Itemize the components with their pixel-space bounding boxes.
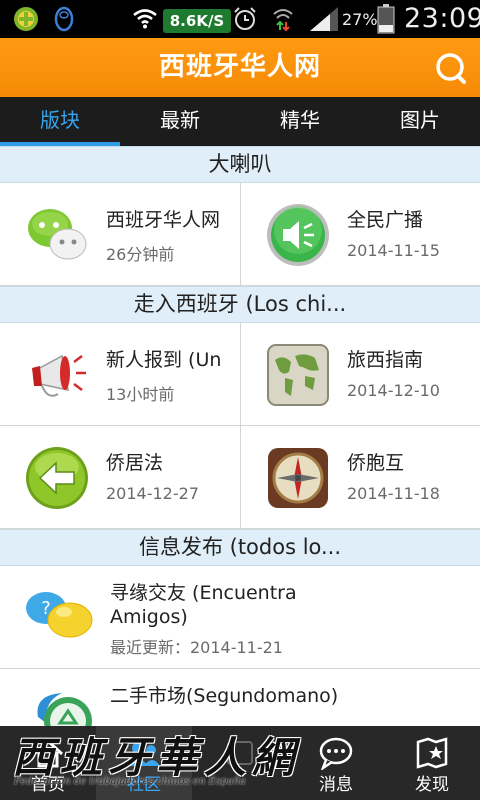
board-name: 新人报到 (Un xyxy=(106,349,222,371)
board-cell[interactable]: 侨居法 2014-12-27 xyxy=(0,426,240,528)
app-title: 西班牙华人网 xyxy=(158,52,321,82)
section-header: 信息发布 (todos lo... xyxy=(0,529,480,566)
chat-bubble-icon xyxy=(319,737,353,770)
tab-bar: 版块 最新 精华 图片 xyxy=(0,97,480,146)
board-cell[interactable]: 侨胞互 2014-11-18 xyxy=(240,426,480,528)
board-row: 西班牙华人网 26分钟前 全民广播 2014-11-15 xyxy=(0,183,480,286)
board-updated: 2014-11-18 xyxy=(347,484,440,503)
board-name: 侨胞互 xyxy=(347,452,405,474)
recycle-icon xyxy=(37,693,92,726)
tab-boards[interactable]: 版块 xyxy=(0,97,120,146)
green-back-arrow-icon xyxy=(26,447,88,509)
home-icon xyxy=(32,738,64,768)
nav-community[interactable]: 社区 xyxy=(96,726,192,800)
search-icon xyxy=(436,53,466,84)
board-name: 西班牙华人网 xyxy=(106,209,221,231)
megaphone-icon xyxy=(32,354,86,397)
nav-label: 消息 xyxy=(319,775,353,795)
board-updated: 2014-12-10 xyxy=(347,381,440,400)
board-list[interactable]: 大喇叭 西班牙华人网 26分钟前 全民广播 2014-11-15 走入西班牙 (… xyxy=(0,146,480,726)
board-updated: 13小时前 xyxy=(106,385,175,404)
alarm-clock-icon xyxy=(234,7,256,30)
battery-icon xyxy=(377,4,395,34)
nav-label: 首页 xyxy=(31,775,65,795)
wifi-icon xyxy=(133,9,157,29)
speaker-icon xyxy=(267,204,329,266)
section-header: 大喇叭 xyxy=(0,146,480,183)
map-flag-icon xyxy=(416,737,448,769)
signal-icon xyxy=(310,7,338,31)
compass-icon xyxy=(268,448,328,508)
board-row: 新人报到 (Un 13小时前 旅西指南 2014-12-10 xyxy=(0,323,480,426)
board-cell[interactable]: 全民广播 2014-11-15 xyxy=(240,183,480,285)
board-cell[interactable]: 西班牙华人网 26分钟前 xyxy=(0,183,240,285)
search-button[interactable] xyxy=(431,50,471,86)
board-updated: 26分钟前 xyxy=(106,245,175,264)
qq-penguin-icon xyxy=(54,6,74,32)
app-header: 西班牙华人网 xyxy=(0,38,480,97)
board-updated: 2014-12-27 xyxy=(106,484,199,503)
board-cell[interactable]: 旅西指南 2014-12-10 xyxy=(240,323,480,425)
board-cell[interactable]: 新人报到 (Un 13小时前 xyxy=(0,323,240,425)
hello-chat-bubbles-icon: ? xyxy=(26,592,93,638)
section-header: 走入西班牙 (Los chi... xyxy=(0,286,480,323)
network-speed: 8.6K/S xyxy=(163,9,231,33)
blank-icon xyxy=(227,741,253,765)
tab-featured[interactable]: 精华 xyxy=(240,97,360,146)
battery-percentage: 27% xyxy=(342,10,378,29)
nav-messages[interactable]: 消息 xyxy=(288,726,384,800)
tab-latest[interactable]: 最新 xyxy=(120,97,240,146)
nav-label: 发现 xyxy=(415,775,449,795)
board-name: 侨居法 xyxy=(106,452,164,474)
clock-time: 23:09 xyxy=(404,3,480,34)
nav-blank[interactable] xyxy=(192,726,288,800)
list-item[interactable]: ? 寻缘交友 (Encuentra Amigos) 最近更新：2014-11-2… xyxy=(0,566,480,669)
nav-discover[interactable]: 发现 xyxy=(384,726,480,800)
app-notification-icon xyxy=(14,7,38,31)
world-map-icon xyxy=(267,344,329,406)
board-name: 旅西指南 xyxy=(347,349,424,371)
board-updated: 最近更新：2014-11-21 xyxy=(110,638,283,657)
tab-pictures[interactable]: 图片 xyxy=(360,97,480,146)
board-name: 全民广播 xyxy=(347,209,424,231)
list-item[interactable]: 二手市场(Segundomano) xyxy=(0,669,480,726)
board-name: 二手市场(Segundomano) xyxy=(110,685,339,707)
nav-home[interactable]: 首页 xyxy=(0,726,96,800)
board-row: 侨居法 2014-12-27 侨胞互 2014-11-18 xyxy=(0,426,480,529)
wechat-bubbles-icon xyxy=(28,209,87,260)
data-transfer-icon xyxy=(273,9,293,32)
board-name: 寻缘交友 (Encuentra Amigos) xyxy=(110,582,297,628)
board-updated: 2014-11-15 xyxy=(347,241,440,260)
community-icon xyxy=(128,742,160,766)
nav-label: 社区 xyxy=(127,775,161,795)
status-bar: 8.6K/S 27% 23:09 xyxy=(0,0,480,38)
bottom-nav: 首页 社区 消息 发现 xyxy=(0,726,480,800)
